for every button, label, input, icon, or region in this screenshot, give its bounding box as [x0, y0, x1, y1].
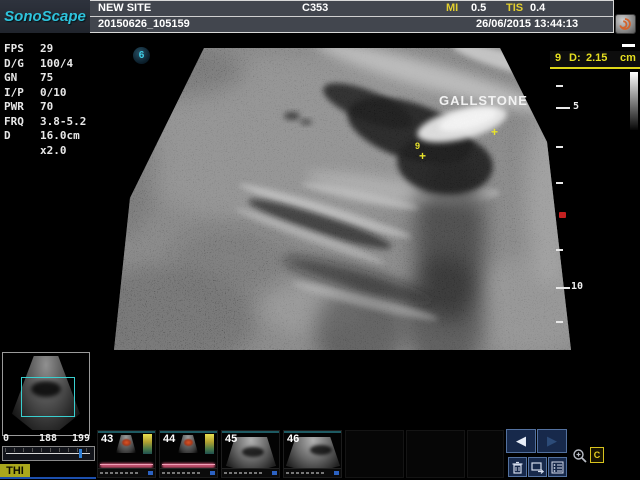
color-doppler-blob: [122, 439, 131, 446]
measurement-value: 2.15: [586, 52, 607, 64]
color-scale-bar: [205, 434, 214, 454]
measurement-label: D:: [569, 52, 581, 64]
cine-slider-track: [6, 453, 90, 454]
depth-tick: [556, 182, 563, 184]
header-row-2: 20150626_105159 26/06/2015 13:44:13: [90, 17, 613, 32]
depth-label-5: 5: [573, 101, 579, 112]
param-zoom: x2.0: [4, 144, 104, 159]
depth-tick: [556, 146, 563, 148]
thumbnail-46[interactable]: 46: [283, 430, 342, 478]
exam-id: 20150626_105159: [98, 18, 190, 30]
depth-zero-tick: [622, 44, 635, 47]
param-frq: FRQ3.8-5.2: [4, 115, 104, 130]
empty-thumbnail-slot: [467, 430, 504, 478]
magnifier-zoom-icon[interactable]: [572, 448, 588, 464]
depth-tick: [556, 85, 563, 87]
thumb-caption-bar: [284, 468, 341, 477]
thumb-caption-icon: [272, 471, 277, 475]
thumb-caption-bar: [222, 468, 279, 477]
measurement-unit: cm: [620, 52, 636, 64]
tis-label: TIS: [506, 2, 523, 14]
swirl-icon: [618, 17, 632, 31]
datetime: 26/06/2015 13:44:13: [476, 18, 578, 30]
cine-current-frame: 188: [39, 433, 57, 444]
depth-tick-10cm: [556, 287, 570, 289]
bottom-accent-line: [0, 477, 96, 479]
measurement-readout: 9 D: 2.15 cm: [550, 51, 640, 69]
depth-tick: [556, 321, 563, 323]
param-pwr: PWR70: [4, 100, 104, 115]
thumbnail-43[interactable]: 43: [97, 430, 156, 478]
mi-value: 0.5: [471, 2, 486, 14]
param-fps: FPS29: [4, 42, 104, 57]
ultrasound-screen: SonoScape NEW SITE C353 MI 0.5 TIS 0.4 2…: [0, 0, 640, 480]
probe-connect-icon[interactable]: [615, 14, 636, 34]
header-row-1: NEW SITE C353 MI 0.5 TIS 0.4: [90, 1, 613, 17]
empty-thumbnail-slot: [345, 430, 404, 478]
empty-thumbnail-slot: [406, 430, 465, 478]
list-icon: [551, 461, 564, 474]
param-gn: GN75: [4, 71, 104, 86]
orientation-marker: 6: [133, 47, 150, 64]
color-doppler-blob: [184, 439, 193, 446]
mi-label: MI: [446, 2, 458, 14]
param-depth: D16.0cm: [4, 129, 104, 144]
caliper-mark-b: +: [419, 151, 426, 161]
next-page-button[interactable]: ▶: [537, 429, 567, 453]
caliper-index: 9: [415, 141, 420, 151]
thumb-caption-bar: [160, 468, 217, 477]
color-scale-bar: [143, 434, 152, 454]
depth-tick-5cm: [556, 107, 570, 109]
tis-value: 0.4: [530, 2, 545, 14]
thumbnail-number: 44: [163, 433, 175, 445]
cine-slider[interactable]: [2, 446, 95, 461]
focus-position-marker[interactable]: [559, 212, 566, 218]
thumbnail-number: 43: [101, 433, 113, 445]
bmode-render: [110, 46, 572, 352]
cine-film-icon[interactable]: C: [590, 447, 604, 463]
probe-model: C353: [302, 2, 328, 14]
export-button[interactable]: [528, 457, 547, 477]
measurement-index: 9: [555, 52, 561, 64]
spectral-waveform-highlight: [100, 464, 153, 465]
depth-label-10: 10: [571, 281, 583, 292]
site-name: NEW SITE: [98, 2, 151, 14]
thumbnail-44[interactable]: 44: [159, 430, 218, 478]
acquisition-parameters: FPS29 D/G100/4 GN75 I/P0/10 PWR70 FRQ3.8…: [4, 42, 104, 158]
thumb-caption-icon: [148, 471, 153, 475]
thumbnail-number: 45: [225, 433, 237, 445]
thumbnail-number: 46: [287, 433, 299, 445]
cine-slider-handle[interactable]: [79, 449, 82, 458]
delete-button[interactable]: [508, 457, 527, 477]
grayscale-bar: [630, 72, 638, 130]
sonoscape-logo: SonoScape: [0, 0, 90, 33]
thumb-caption-bar: [98, 468, 155, 477]
image-annotation: GALLSTONE: [439, 93, 528, 108]
review-list-button[interactable]: [548, 457, 567, 477]
caliper-mark-a: +: [491, 127, 498, 137]
bmode-mini-dark-region: [242, 447, 264, 457]
zoom-overview-thumbnail: [2, 352, 90, 436]
export-icon: [531, 461, 544, 474]
zoom-roi-box[interactable]: [21, 377, 75, 417]
depth-tick: [556, 249, 563, 251]
thi-mode-badge: THI: [0, 464, 30, 478]
thumbnail-45[interactable]: 45: [221, 430, 280, 478]
cine-total-frames: 199: [72, 433, 90, 444]
cine-start-frame: 0: [3, 433, 9, 444]
param-dg: D/G100/4: [4, 57, 104, 72]
thumb-caption-icon: [334, 471, 339, 475]
trash-icon: [511, 461, 524, 474]
previous-page-button[interactable]: ◀: [506, 429, 536, 453]
header-bar: NEW SITE C353 MI 0.5 TIS 0.4 20150626_10…: [90, 0, 614, 33]
ultrasound-image: [110, 46, 572, 352]
magnifier-icon: [572, 448, 588, 464]
param-ip: I/P0/10: [4, 86, 104, 101]
bmode-mini-dark-region: [310, 445, 332, 455]
thumb-caption-icon: [210, 471, 215, 475]
spectral-waveform-highlight: [162, 464, 215, 465]
